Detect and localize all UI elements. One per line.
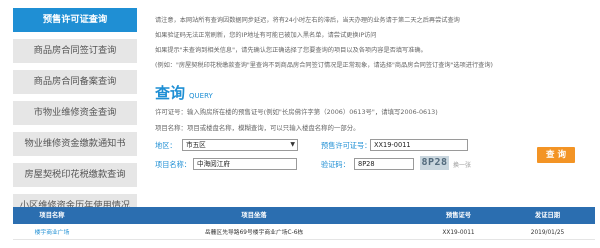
project-input[interactable]: 中海阅江府 bbox=[193, 158, 297, 170]
refresh-captcha-link[interactable]: 换一张 bbox=[453, 160, 471, 169]
permit-input[interactable]: XX19-0011 bbox=[370, 139, 468, 151]
sidebar-item-deed-tax[interactable]: 房屋契税印花税缴款查询 bbox=[13, 163, 137, 187]
issue-date-cell: 2019/01/25 bbox=[530, 230, 565, 236]
captcha-input[interactable]: 8P28 bbox=[354, 158, 414, 170]
notice-line: 请注意，本网站所有查询因数据同步延迟，将有24小时左右的滞后，当天办理的业务请于… bbox=[155, 17, 460, 24]
column-header-project-name: 项目名称 bbox=[39, 212, 65, 219]
query-button[interactable]: 查 询 bbox=[537, 147, 575, 163]
district-select-value: 市五区 bbox=[186, 141, 206, 149]
sidebar-item-contract-signing[interactable]: 商品房合同签订查询 bbox=[13, 39, 137, 63]
notice-line: 如果提示"未查询到相关信息"，请先确认您正确选择了您要查询的项目以及各项内容是否… bbox=[155, 47, 427, 54]
table-row: 楼宇商业广场 岳麓区先导路69号楼宇商业广场C-6栋 XX19-0011 201… bbox=[13, 227, 595, 240]
sidebar: 预售许可证查询 商品房合同签订查询 商品房合同备案查询 市物业维修资金查询 物业… bbox=[13, 8, 137, 225]
project-label: 项目名称： bbox=[155, 160, 191, 169]
query-title: 查询 bbox=[155, 84, 186, 102]
column-header-permit-number: 预售证号 bbox=[445, 212, 472, 219]
captcha-image[interactable]: 8P28 bbox=[420, 156, 449, 170]
sidebar-item-maintenance-fund[interactable]: 市物业维修资金查询 bbox=[13, 101, 137, 125]
sidebar-item-fund-payment-notice[interactable]: 物业维修资金缴款通知书 bbox=[13, 132, 137, 156]
sidebar-item-presale-permit[interactable]: 预售许可证查询 bbox=[13, 8, 137, 32]
notice-line: 如果验证码无法正常刷新，您的IP地址有可能已被加入黑名单，请尝试更换IP访问 bbox=[155, 32, 377, 39]
permit-label: 预售许可证号： bbox=[321, 141, 372, 150]
district-select[interactable]: 市五区 ▼ bbox=[182, 139, 298, 151]
column-header-location: 项目坐落 bbox=[241, 212, 267, 219]
results-table-header: 项目名称 项目坐落 预售证号 发证日期 bbox=[13, 207, 595, 224]
notice-line: (例如："房屋契税印花税缴款查询"里查询不到商品房合同签订情况是正常现象，请选择… bbox=[155, 62, 493, 69]
sidebar-item-contract-filing[interactable]: 商品房合同备案查询 bbox=[13, 70, 137, 94]
project-location-cell: 岳麓区先导路69号楼宇商业广场C-6栋 bbox=[204, 230, 304, 236]
permit-number-cell: XX19-0011 bbox=[442, 230, 475, 236]
permit-hint: 许可证号：输入购房所在楼的预售证号(例如"长房佛许字第（2006）0613号"，… bbox=[155, 108, 438, 116]
query-heading: 查询 QUERY bbox=[155, 82, 213, 102]
project-hint: 项目名称：项目或楼盘名称，模糊查询，可以只输入楼盘名称的一部分。 bbox=[155, 124, 360, 132]
query-subtitle: QUERY bbox=[189, 92, 213, 100]
captcha-label: 验证码： bbox=[321, 160, 350, 169]
notice-text: 请注意，本网站所有查询因数据同步延迟，将有24小时左右的滞后，当天办理的业务请于… bbox=[155, 13, 595, 73]
chevron-down-icon: ▼ bbox=[290, 141, 295, 148]
column-header-issue-date: 发证日期 bbox=[534, 212, 561, 219]
district-label: 地区： bbox=[155, 141, 177, 150]
project-name-link[interactable]: 楼宇商业广场 bbox=[13, 227, 91, 239]
